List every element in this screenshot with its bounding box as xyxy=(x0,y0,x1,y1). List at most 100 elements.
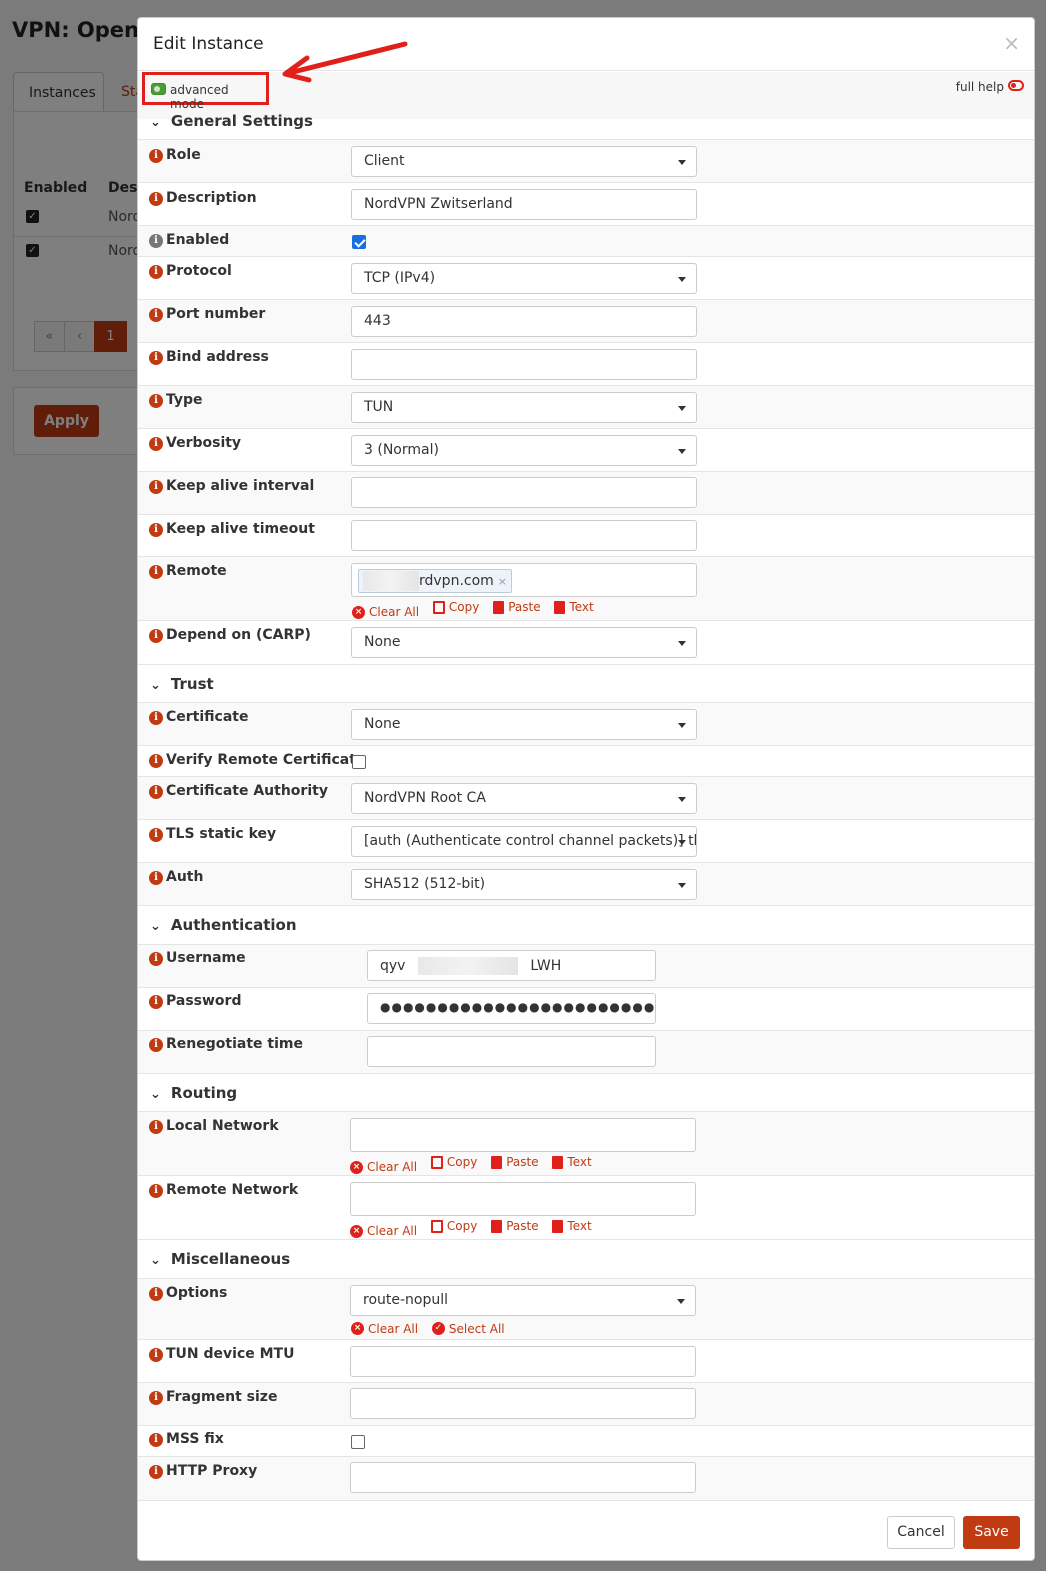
text-button[interactable]: Text xyxy=(552,1219,592,1233)
remote-label: Remote xyxy=(166,563,227,579)
cancel-button[interactable]: Cancel xyxy=(887,1516,955,1549)
info-icon[interactable]: i xyxy=(149,394,163,408)
http-proxy-input[interactable] xyxy=(350,1462,696,1493)
tag-remove-icon[interactable]: × xyxy=(498,575,507,588)
text-button[interactable]: Text xyxy=(554,600,594,614)
auth-select[interactable]: SHA512 (512-bit) xyxy=(351,869,697,900)
keepalive-interval-input[interactable] xyxy=(351,477,697,508)
info-icon[interactable]: i xyxy=(149,192,163,206)
text-button[interactable]: Text xyxy=(552,1155,592,1169)
clear-all-button[interactable]: × Clear All xyxy=(350,1160,417,1174)
verify-remote-certificate-checkbox[interactable] xyxy=(352,755,366,769)
mss-fix-checkbox[interactable] xyxy=(351,1435,365,1449)
certificate-select[interactable]: None xyxy=(351,709,697,740)
info-icon[interactable]: i xyxy=(149,1465,163,1479)
bind-address-input[interactable] xyxy=(351,349,697,380)
certificate-authority-select[interactable]: NordVPN Root CA xyxy=(351,783,697,814)
row-depend-carp: i Depend on (CARP) None xyxy=(138,621,1034,665)
description-input[interactable]: NordVPN Zwitserland xyxy=(351,189,697,220)
protocol-select[interactable]: TCP (IPv4) xyxy=(351,263,697,294)
copy-button[interactable]: Copy xyxy=(430,1219,477,1233)
info-icon[interactable]: i xyxy=(149,1348,163,1362)
role-select[interactable]: Client xyxy=(351,146,697,177)
annotation-arrow xyxy=(282,41,408,83)
paste-icon xyxy=(491,1219,503,1233)
type-select[interactable]: TUN xyxy=(351,392,697,423)
info-icon[interactable]: i xyxy=(149,437,163,451)
row-local-network: i Local Network × Clear All Copy Paste Te… xyxy=(138,1112,1034,1176)
verbosity-select[interactable]: 3 (Normal) xyxy=(351,435,697,466)
enabled-label: Enabled xyxy=(166,232,230,248)
info-icon[interactable]: i xyxy=(149,1184,163,1198)
info-icon[interactable]: i xyxy=(149,952,163,966)
paste-button[interactable]: Paste xyxy=(491,1219,539,1233)
tun-mtu-input[interactable] xyxy=(350,1346,696,1377)
row-verbosity: i Verbosity 3 (Normal) xyxy=(138,429,1034,472)
clear-all-button[interactable]: × Clear All xyxy=(352,605,419,619)
username-input[interactable]: qyv LWH xyxy=(367,950,656,981)
advanced-mode-toggle[interactable] xyxy=(151,83,166,95)
info-icon[interactable]: i xyxy=(149,1038,163,1052)
info-icon[interactable]: i xyxy=(149,234,163,248)
section-routing[interactable]: ⌄ Routing xyxy=(138,1074,1034,1112)
info-icon[interactable]: i xyxy=(149,265,163,279)
row-role: i Role Client xyxy=(138,140,1034,183)
info-icon[interactable]: i xyxy=(149,351,163,365)
section-miscellaneous[interactable]: ⌄ Miscellaneous xyxy=(138,1240,1034,1279)
depend-carp-select[interactable]: None xyxy=(351,627,697,658)
renegotiate-time-input[interactable] xyxy=(367,1036,656,1067)
copy-button[interactable]: Copy xyxy=(430,1155,477,1169)
remote-tokens-input[interactable]: rdvpn.com × xyxy=(351,563,697,597)
remote-tag[interactable]: rdvpn.com × xyxy=(358,569,513,593)
info-icon[interactable]: i xyxy=(149,149,163,163)
full-help-toggle[interactable] xyxy=(1008,80,1024,91)
info-icon[interactable]: i xyxy=(149,1391,163,1405)
info-icon[interactable]: i xyxy=(149,1433,163,1447)
info-icon[interactable]: i xyxy=(149,308,163,322)
tls-static-key-select[interactable]: [auth (Authenticate control channel pack… xyxy=(351,826,697,857)
port-input[interactable]: 443 xyxy=(351,306,697,337)
info-icon[interactable]: i xyxy=(149,523,163,537)
remote-token-actions: × Clear All Copy Paste Text xyxy=(352,600,604,619)
close-icon[interactable]: × xyxy=(1003,31,1020,55)
row-renegotiate-time: i Renegotiate time xyxy=(138,1031,1034,1074)
remote-network-input[interactable] xyxy=(350,1182,696,1216)
info-icon[interactable]: i xyxy=(149,785,163,799)
copy-button[interactable]: Copy xyxy=(432,600,479,614)
local-network-input[interactable] xyxy=(350,1118,696,1152)
options-select[interactable]: route-nopull xyxy=(350,1285,696,1316)
info-icon[interactable]: i xyxy=(149,1287,163,1301)
info-icon[interactable]: i xyxy=(149,1120,163,1134)
save-button[interactable]: Save xyxy=(963,1516,1020,1549)
section-authentication[interactable]: ⌄ Authentication xyxy=(138,906,1034,945)
info-icon[interactable]: i xyxy=(149,711,163,725)
enabled-checkbox[interactable] xyxy=(352,235,366,249)
redacted-region xyxy=(417,957,518,975)
full-help-label[interactable]: full help xyxy=(956,80,1004,94)
dialog-title: Edit Instance xyxy=(153,34,264,54)
section-general-settings[interactable]: ⌄ General Settings xyxy=(138,104,1034,140)
keepalive-timeout-input[interactable] xyxy=(351,520,697,551)
info-icon[interactable]: i xyxy=(149,828,163,842)
fragment-size-label: Fragment size xyxy=(166,1389,278,1405)
section-trust[interactable]: ⌄ Trust xyxy=(138,665,1034,703)
info-icon[interactable]: i xyxy=(149,565,163,579)
tun-mtu-label: TUN device MTU xyxy=(166,1346,295,1362)
paste-button[interactable]: Paste xyxy=(491,1155,539,1169)
info-icon[interactable]: i xyxy=(149,480,163,494)
chevron-down-icon: ⌄ xyxy=(150,1087,161,1102)
info-icon[interactable]: i xyxy=(149,995,163,1009)
password-input[interactable]: ●●●●●●●●●●●●●●●●●●●●●●●● xyxy=(367,993,656,1024)
chevron-down-icon: ⌄ xyxy=(150,678,161,693)
select-all-button[interactable]: ✓ Select All xyxy=(431,1322,505,1336)
edit-instance-dialog: Edit Instance × advanced mode full help … xyxy=(137,17,1035,1561)
info-icon[interactable]: i xyxy=(149,871,163,885)
info-icon[interactable]: i xyxy=(149,629,163,643)
info-icon[interactable]: i xyxy=(149,754,163,768)
fragment-size-input[interactable] xyxy=(350,1388,696,1419)
clear-all-button[interactable]: × Clear All xyxy=(350,1224,417,1238)
row-description: i Description NordVPN Zwitserland xyxy=(138,183,1034,226)
clear-all-button[interactable]: × Clear All xyxy=(351,1322,418,1336)
remote-network-label: Remote Network xyxy=(166,1182,299,1198)
paste-button[interactable]: Paste xyxy=(493,600,541,614)
